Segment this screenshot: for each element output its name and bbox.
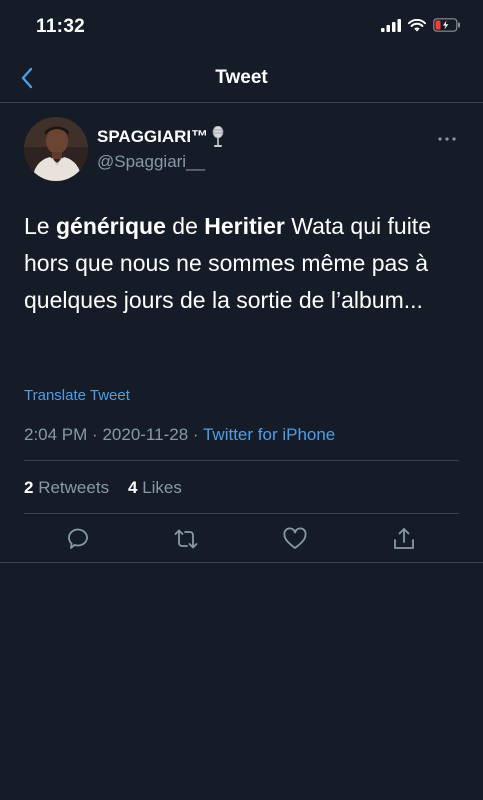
avatar[interactable]: [24, 117, 88, 181]
status-icons: [381, 18, 461, 32]
divider: [24, 513, 459, 514]
more-button[interactable]: [437, 129, 457, 149]
reply-button[interactable]: [64, 525, 92, 553]
author-handle[interactable]: @Spaggiari__: [97, 152, 205, 172]
heart-icon: [283, 527, 307, 549]
tweet-text-segment: Le: [24, 213, 56, 239]
author-name[interactable]: SPAGGIARI™: [97, 127, 208, 147]
empty-area: [0, 563, 483, 800]
meta-separator: ·: [92, 425, 98, 444]
author-name-row[interactable]: SPAGGIARI™: [97, 126, 225, 148]
more-icon: [438, 137, 456, 141]
action-bar: [0, 521, 483, 561]
tweet-meta: 2:04 PM · 2020-11-28 · Twitter for iPhon…: [24, 425, 335, 445]
tweet-time: 2:04 PM: [24, 425, 88, 444]
status-bar: 11:32: [0, 0, 483, 56]
nav-bar: Tweet: [0, 56, 483, 103]
like-button[interactable]: [281, 525, 309, 553]
wifi-icon: [408, 18, 426, 31]
tweet-text-bold: générique: [55, 213, 166, 239]
tweet-date: 2020-11-28: [102, 425, 189, 444]
battery-low-icon: [433, 18, 460, 32]
microphone-icon: [212, 126, 224, 147]
retweet-icon: [174, 529, 198, 549]
divider: [24, 460, 459, 461]
retweets-count: 2: [24, 478, 34, 497]
tweet-source-link[interactable]: Twitter for iPhone: [203, 425, 335, 444]
retweets-label: Retweets: [38, 478, 110, 497]
tweet-text: Le générique de Heritier Wata qui fuite …: [24, 208, 464, 319]
share-button[interactable]: [390, 525, 418, 553]
translate-tweet-link[interactable]: Translate Tweet: [24, 387, 130, 404]
page-title: Tweet: [215, 67, 268, 88]
avatar-image: [24, 117, 88, 181]
reply-icon: [68, 528, 88, 549]
cellular-signal-icon: [381, 18, 401, 32]
tweet-stats: 2 Retweets 4 Likes: [24, 478, 182, 498]
retweet-button[interactable]: [172, 525, 200, 553]
likes-count: 4: [127, 478, 138, 497]
share-icon: [394, 528, 414, 549]
likes-label: Likes: [142, 478, 182, 497]
likes-stat[interactable]: 4 Likes: [128, 478, 182, 497]
tweet-text-segment: de: [165, 213, 205, 239]
tweet-text-bold: Heritier: [204, 213, 285, 239]
retweets-stat[interactable]: 2 Retweets: [24, 478, 109, 497]
status-time: 11:32: [36, 16, 86, 37]
meta-separator: ·: [192, 425, 199, 444]
